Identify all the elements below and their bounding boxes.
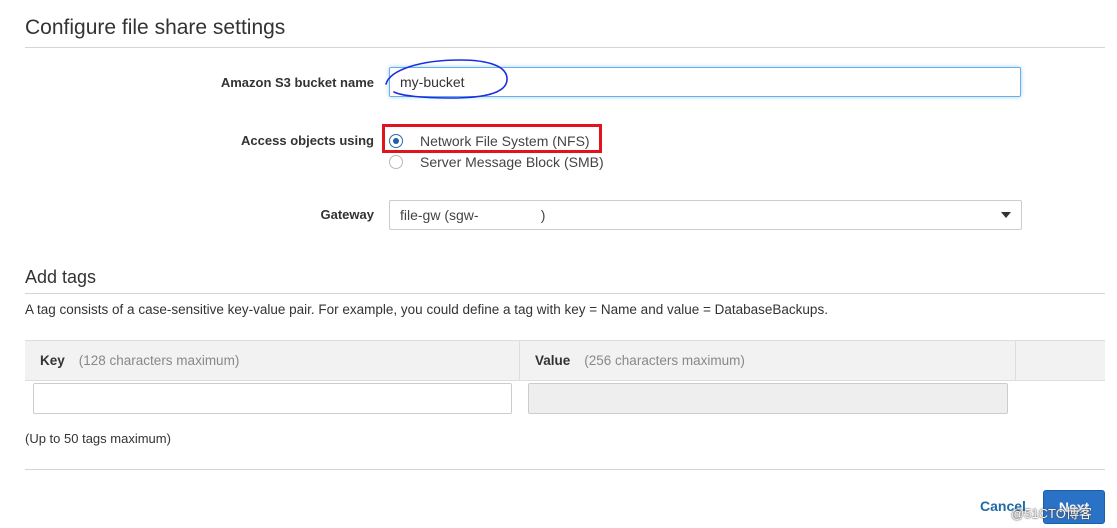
bucket-name-label: Amazon S3 bucket name [220,75,374,90]
radio-smb-label: Server Message Block (SMB) [420,154,604,170]
radio-smb[interactable] [389,155,403,169]
key-column-hint: (128 characters maximum) [78,353,240,368]
tags-limit-note: (Up to 50 tags maximum) [25,431,171,446]
radio-option-nfs[interactable]: Network File System (NFS) [389,133,590,149]
radio-nfs[interactable] [389,134,403,148]
next-button[interactable]: Next [1043,490,1105,524]
radio-option-smb[interactable]: Server Message Block (SMB) [389,154,604,170]
cancel-link[interactable]: Cancel [980,498,1026,514]
configure-file-share-page: Configure file share settings Amazon S3 … [0,0,1117,528]
column-divider [1015,341,1016,380]
bucket-name-input[interactable] [389,67,1021,97]
radio-nfs-label: Network File System (NFS) [420,133,590,149]
chevron-down-icon [1001,212,1011,218]
tags-table-header: Key (128 characters maximum) Value (256 ch… [25,340,1105,381]
tag-key-input[interactable] [33,383,512,414]
add-tags-title: Add tags [25,267,97,287]
section-divider [25,47,1105,48]
value-column-name: Value [535,353,571,368]
gateway-select-value: file-gw (sgw- ) [400,207,546,223]
value-column-hint: (256 characters maximum) [584,353,745,368]
column-divider [519,341,520,380]
key-column-name: Key [40,353,65,368]
key-column-header: Key (128 characters maximum) [40,353,239,368]
tags-description: A tag consists of a case-sensitive key-v… [25,302,828,317]
gateway-select[interactable]: file-gw (sgw- ) [389,200,1022,230]
value-column-header: Value (256 characters maximum) [535,353,745,368]
file-share-section-title: Configure file share settings [25,16,286,39]
gateway-label: Gateway [320,207,374,222]
tags-divider [25,293,1105,294]
access-objects-label: Access objects using [241,133,374,148]
tag-value-input[interactable] [528,383,1008,414]
footer-divider [25,469,1105,470]
